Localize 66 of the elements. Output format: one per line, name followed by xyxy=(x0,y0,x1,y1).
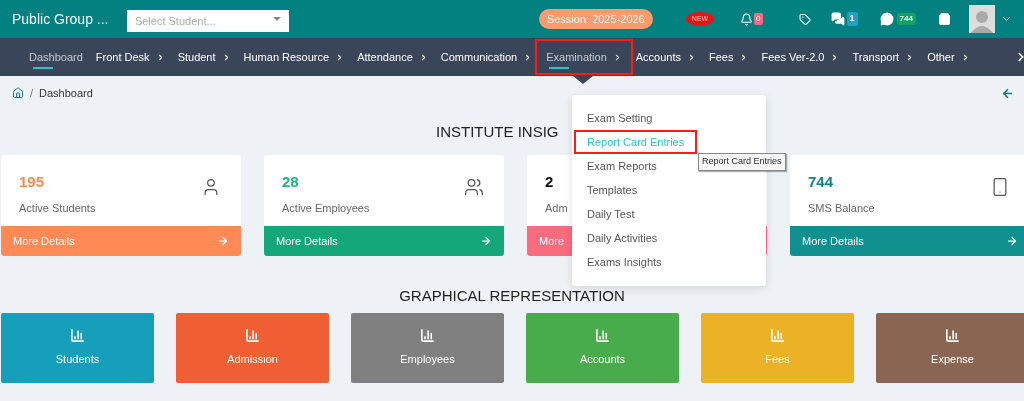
tile-label: Admission xyxy=(227,352,278,368)
tile-label: Accounts xyxy=(579,352,626,368)
bar-chart-icon xyxy=(420,328,435,344)
stat-value: 195 xyxy=(19,172,46,192)
bar-chart-icon xyxy=(945,328,960,344)
tile-label: Students xyxy=(55,352,100,368)
bar-chart-icon xyxy=(70,328,85,344)
avatar[interactable] xyxy=(968,5,995,33)
app-title: Public Group ... xyxy=(12,9,110,29)
nav-item[interactable]: Human Resource xyxy=(243,48,345,66)
notification-count: 0 xyxy=(754,13,763,25)
stat-value: 2 xyxy=(545,172,555,192)
tooltip: Report Card Entries xyxy=(698,153,786,171)
breadcrumb-separator: / xyxy=(30,85,34,101)
menu-item[interactable]: Daily Test xyxy=(576,203,646,225)
bar-chart-icon xyxy=(770,328,785,344)
arrow-right-icon xyxy=(1006,235,1018,247)
nav-item[interactable]: Student xyxy=(177,48,231,66)
chat-icon xyxy=(830,12,845,26)
nav-item[interactable]: Transport xyxy=(852,48,915,66)
chart-tile[interactable]: Employees xyxy=(351,313,504,383)
menu-item[interactable]: Templates xyxy=(576,179,649,201)
stat-label: Active Students xyxy=(19,200,96,216)
session-badge: Session: 2025-2026 xyxy=(538,8,653,30)
tile-label: Employees xyxy=(400,352,455,368)
section-title: INSTITUTE INSIG xyxy=(436,122,559,143)
sms-icon xyxy=(879,12,894,26)
chat-count: 1 xyxy=(846,12,858,26)
nav-item[interactable]: Dashboard xyxy=(29,48,83,66)
tile-label: Fees xyxy=(765,352,790,368)
menu-item[interactable]: Exams Insights xyxy=(576,251,673,273)
chevron-icon xyxy=(687,52,696,62)
nav-item[interactable]: Attendance xyxy=(357,48,428,66)
student-select[interactable]: Select Student... xyxy=(126,10,289,32)
arrow-right-icon xyxy=(217,235,229,247)
tile-label: Expense xyxy=(931,352,974,368)
bar-chart-icon xyxy=(245,328,260,344)
breadcrumb-item[interactable]: Dashboard xyxy=(39,84,93,102)
stat-label: Active Employees xyxy=(282,200,370,216)
sms-count: 744 xyxy=(896,13,916,25)
chart-tile[interactable]: Expense xyxy=(876,313,1024,383)
home-icon[interactable] xyxy=(12,87,24,99)
nav-item[interactable]: Accounts xyxy=(635,48,696,66)
card-footer[interactable]: More Details xyxy=(790,226,1024,256)
arrow-right-icon xyxy=(480,235,492,247)
back-arrow-icon[interactable] xyxy=(1001,86,1014,100)
menu-item[interactable]: Exam Setting xyxy=(576,107,664,129)
section-title: GRAPHICAL REPRESENTATION xyxy=(399,285,625,306)
bag-icon[interactable] xyxy=(937,12,951,26)
users-icon xyxy=(464,177,484,197)
stat-label: SMS Balance xyxy=(808,200,875,216)
nav-item[interactable]: Examination xyxy=(545,48,623,66)
nav-item[interactable]: Front Desk xyxy=(95,48,165,66)
menu-item[interactable]: Daily Activities xyxy=(576,227,669,249)
nav-item[interactable]: Communication xyxy=(440,48,533,66)
bell-icon xyxy=(740,12,754,26)
nav-item[interactable]: Fees Ver-2.0 xyxy=(761,48,840,66)
stat-value: 28 xyxy=(282,172,300,192)
menu-item[interactable]: Exam Reports xyxy=(576,155,668,177)
bar-chart-icon xyxy=(595,328,610,344)
nav-item[interactable]: Fees xyxy=(709,48,749,66)
stat-label: Adm xyxy=(545,200,568,216)
stat-value: 744 xyxy=(808,172,835,192)
tag-icon[interactable] xyxy=(798,12,811,26)
dropdown-caret-icon xyxy=(272,17,281,21)
nav-item[interactable]: Other xyxy=(927,48,970,66)
